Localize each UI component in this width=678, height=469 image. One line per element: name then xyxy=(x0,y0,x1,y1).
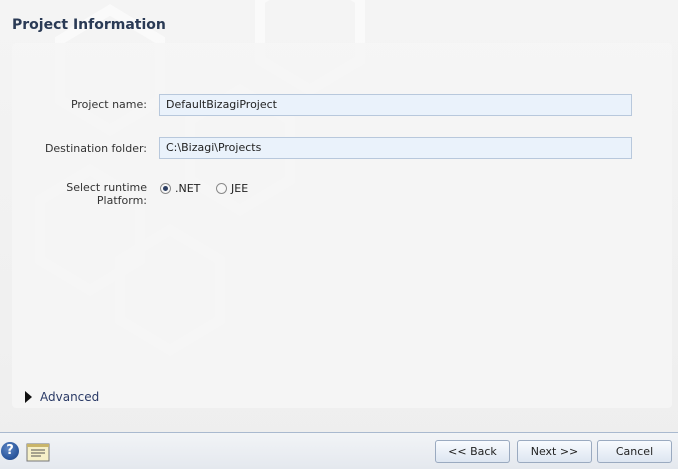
radio-jee[interactable]: JEE xyxy=(216,182,248,195)
page-title: Project Information xyxy=(12,17,166,33)
destination-folder-label: Destination folder: xyxy=(44,142,147,155)
project-name-label: Project name: xyxy=(70,98,147,111)
radio-dotnet-indicator[interactable] xyxy=(160,183,171,194)
radio-jee-indicator[interactable] xyxy=(216,183,227,194)
advanced-toggle[interactable]: Advanced xyxy=(25,390,99,404)
destination-folder-input[interactable]: C:\Bizagi\Projects xyxy=(159,137,632,159)
help-icon[interactable]: ? xyxy=(1,442,19,460)
platform-label: Select runtime Platform: xyxy=(66,181,147,207)
radio-dotnet-label: .NET xyxy=(175,182,201,195)
back-button[interactable]: << Back xyxy=(435,440,510,463)
radio-dotnet[interactable]: .NET xyxy=(160,182,200,195)
cancel-button[interactable]: Cancel xyxy=(597,440,672,463)
notes-icon[interactable] xyxy=(26,442,50,462)
next-button[interactable]: Next >> xyxy=(517,440,592,463)
project-name-input[interactable]: DefaultBizagiProject xyxy=(159,94,632,116)
radio-jee-label: JEE xyxy=(231,182,249,195)
expand-arrow-icon[interactable] xyxy=(25,391,32,403)
advanced-label: Advanced xyxy=(40,390,100,404)
